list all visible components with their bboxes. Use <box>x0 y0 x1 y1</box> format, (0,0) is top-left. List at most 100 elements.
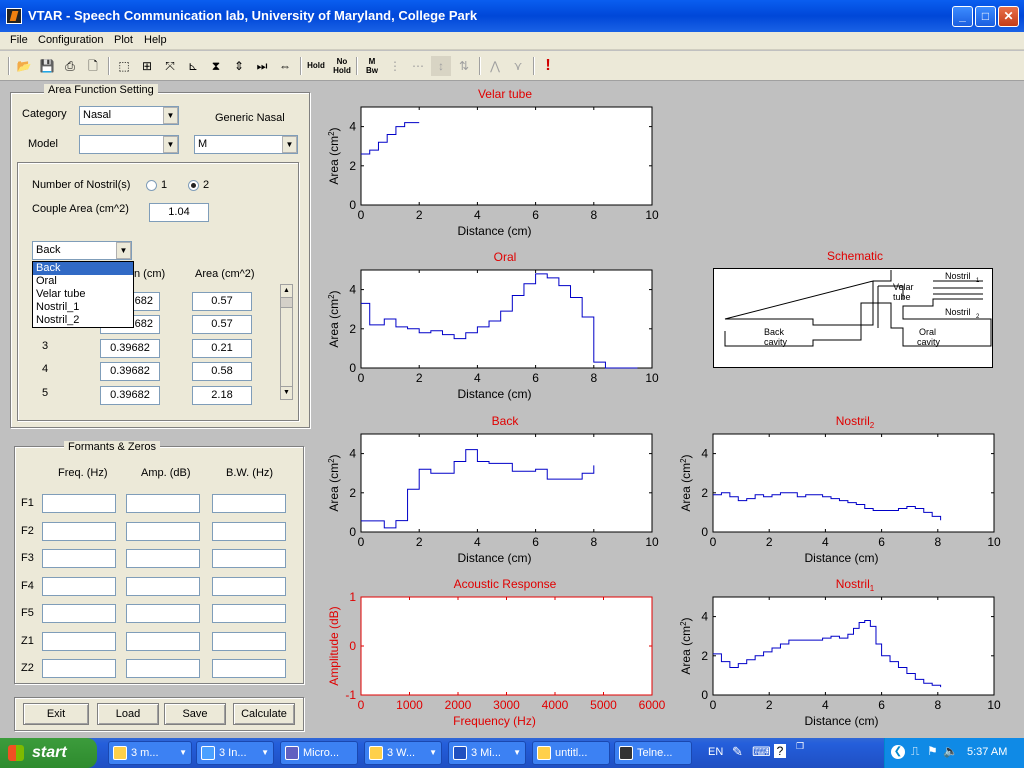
restore-icon[interactable]: ❐ <box>796 741 804 752</box>
x-axis-label: Frequency (Hz) <box>453 714 536 728</box>
y-tick-label: 4 <box>349 447 356 461</box>
x-tick-label: 6 <box>878 698 885 712</box>
schematic-velar1: Velar <box>893 282 914 292</box>
help-icon[interactable]: ? <box>774 744 786 758</box>
start-button[interactable]: start <box>0 738 97 768</box>
y-tick-label: 2 <box>701 649 708 663</box>
schematic-nostril1: Nostril <box>945 271 971 281</box>
network-icon[interactable]: ⎍ <box>911 744 919 759</box>
x-tick-label: 4 <box>822 698 829 712</box>
x-tick-label: 2 <box>766 698 773 712</box>
y-tick-label: 2 <box>349 159 356 173</box>
schematic-velar2: tube <box>893 292 911 302</box>
security-icon[interactable]: ⚑ <box>927 744 938 758</box>
task-telnet[interactable]: Telne... <box>614 741 692 765</box>
y-tick-label: 2 <box>701 486 708 500</box>
x-tick-label: 8 <box>590 535 597 549</box>
y-tick-label: 0 <box>349 198 356 212</box>
x-tick-label: 10 <box>645 371 659 385</box>
task-windows[interactable]: 3 W... ▼ <box>364 741 442 765</box>
x-tick-label: 2 <box>416 208 423 222</box>
task-label: 3 m... <box>131 747 159 759</box>
y-axis-label: Area (cm2) <box>327 127 341 184</box>
plot-area: Velar tube0 2 4 6 8 10024Distance (cm)Area (c… <box>327 87 1001 728</box>
x-tick-label: 4 <box>822 535 829 549</box>
start-label: start <box>32 744 67 761</box>
task-label: Telne... <box>637 747 673 759</box>
schematic-oral2: cavity <box>917 337 941 347</box>
x-tick-label: 2 <box>766 535 773 549</box>
x-tick-label: 4 <box>474 208 481 222</box>
x-axis-label: Distance (cm) <box>457 224 531 238</box>
terminal-icon <box>619 746 633 760</box>
plot-axes-box <box>360 433 653 533</box>
matlab-icon <box>113 746 127 760</box>
x-axis-label: Distance (cm) <box>804 551 878 565</box>
y-tick-label: 0 <box>701 525 708 539</box>
task-micro[interactable]: Micro... <box>280 741 358 765</box>
task-label: Micro... <box>303 747 340 759</box>
keyboard-icon[interactable]: ⌨ <box>752 744 771 760</box>
language-indicator[interactable]: EN <box>708 746 723 758</box>
task-matlab[interactable]: 3 m... ▼ <box>108 741 192 765</box>
plot-axes-box <box>712 596 995 696</box>
x-tick-label: 0 <box>358 208 365 222</box>
plot-title: Velar tube <box>478 87 532 101</box>
ie-icon <box>201 746 215 760</box>
x-tick-label: 0 <box>358 535 365 549</box>
x-tick-label: 6000 <box>639 698 666 712</box>
task-label: untitl... <box>555 747 588 759</box>
y-tick-label: 0 <box>701 688 708 702</box>
volume-icon[interactable]: 🔈 <box>943 744 958 758</box>
plot-title: Oral <box>494 250 517 264</box>
y-tick-label: -1 <box>345 688 356 702</box>
x-tick-label: 1000 <box>396 698 423 712</box>
clock: 5:37 AM <box>967 746 1008 758</box>
x-tick-label: 4 <box>474 535 481 549</box>
task-word[interactable]: 3 Mi... ▼ <box>448 741 526 765</box>
x-tick-label: 10 <box>987 698 1001 712</box>
schematic-oral1: Oral <box>919 327 936 337</box>
y-tick-label: 0 <box>349 525 356 539</box>
x-tick-label: 0 <box>358 371 365 385</box>
chevron-down-icon: ▼ <box>179 748 187 757</box>
plot-title: Back <box>492 414 520 428</box>
plot-title: Nostril1 <box>836 577 875 593</box>
x-tick-label: 2000 <box>445 698 472 712</box>
y-tick-label: 4 <box>701 447 708 461</box>
task-label: 3 W... <box>387 747 416 759</box>
x-tick-label: 8 <box>934 698 941 712</box>
x-tick-label: 0 <box>358 698 365 712</box>
x-tick-label: 10 <box>645 535 659 549</box>
chevron-down-icon: ▼ <box>513 748 521 757</box>
plot-title: Nostril2 <box>836 414 875 430</box>
y-axis-label: Amplitude (dB) <box>327 606 341 685</box>
y-tick-label: 1 <box>349 590 356 604</box>
task-label: 3 Mi... <box>471 747 501 759</box>
y-axis-label: Area (cm2) <box>327 290 341 347</box>
schematic-back2: cavity <box>764 337 788 347</box>
y-tick-label: 4 <box>349 120 356 134</box>
y-tick-label: 4 <box>349 283 356 297</box>
x-tick-label: 8 <box>590 371 597 385</box>
tool-icon[interactable]: ✎ <box>732 744 743 760</box>
x-tick-label: 8 <box>934 535 941 549</box>
app-icon <box>285 746 299 760</box>
y-tick-label: 0 <box>349 639 356 653</box>
x-tick-label: 6 <box>532 208 539 222</box>
taskbar: start 3 m... ▼ 3 In... ▼ Micro... 3 W... ▼ … <box>0 738 1024 768</box>
y-axis-label: Area (cm2) <box>679 617 693 674</box>
y-tick-label: 2 <box>349 322 356 336</box>
paint-icon <box>537 746 551 760</box>
y-tick-label: 2 <box>349 486 356 500</box>
task-ie[interactable]: 3 In... ▼ <box>196 741 274 765</box>
y-tick-label: 4 <box>701 610 708 624</box>
task-untitled[interactable]: untitl... <box>532 741 610 765</box>
schematic-nostril2: Nostril <box>945 307 971 317</box>
tray-arrow-icon[interactable]: ❮ <box>891 745 905 759</box>
system-tray: ❮ ⎍ ⚑ 🔈 5:37 AM <box>884 738 1024 768</box>
y-axis-label: Area (cm2) <box>327 454 341 511</box>
x-tick-label: 8 <box>590 208 597 222</box>
y-tick-label: 0 <box>349 361 356 375</box>
plot-title: Acoustic Response <box>454 577 557 591</box>
